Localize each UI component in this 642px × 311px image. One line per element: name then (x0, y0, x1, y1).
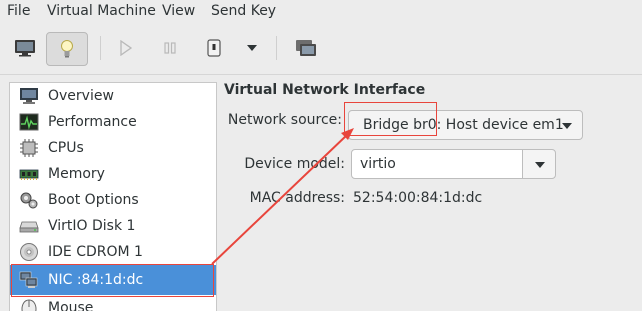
sidebar-item-memory[interactable]: Memory (10, 161, 216, 187)
dropdown-icon (247, 45, 257, 51)
lightbulb-icon (61, 40, 73, 58)
sidebar-item-boot-options[interactable]: Boot Options (10, 187, 216, 213)
mac-address-value: 52:54:00:84:1d:dc (353, 190, 483, 206)
disk-icon (18, 216, 40, 236)
monitor-icon (15, 40, 35, 57)
chevron-down-icon (535, 162, 545, 168)
sidebar-item-label: CPUs (48, 140, 84, 156)
boot-options-icon (18, 190, 40, 210)
sidebar-item-label: Mouse (48, 300, 94, 311)
run-button[interactable] (112, 32, 140, 64)
play-icon (120, 40, 133, 56)
menu-view[interactable]: View (162, 3, 195, 19)
cpu-icon (18, 138, 40, 158)
snapshots-button[interactable] (290, 32, 322, 64)
memory-icon (18, 164, 40, 184)
sidebar-item-cpus[interactable]: CPUs (10, 135, 216, 161)
hardware-list: Overview Performance CPUs Memory Boot Op… (9, 82, 217, 311)
cdrom-icon (18, 242, 40, 262)
network-source-value: Bridge br0: Host device em1 (363, 117, 564, 133)
section-title: Virtual Network Interface (224, 82, 426, 98)
sidebar-item-label: Overview (48, 88, 114, 104)
menu-virtual-machine[interactable]: Virtual Machine (47, 3, 156, 19)
sidebar-item-performance[interactable]: Performance (10, 109, 216, 135)
shutdown-button[interactable] (200, 32, 228, 64)
power-icon (207, 39, 221, 57)
device-model-input[interactable] (360, 154, 520, 174)
menu-file[interactable]: File (7, 3, 30, 19)
menu-bar: File Virtual Machine View Send Key (0, 0, 642, 24)
device-model-dropdown-button[interactable] (522, 149, 556, 179)
sidebar-item-overview[interactable]: Overview (10, 83, 216, 109)
console-button[interactable] (8, 32, 42, 64)
sidebar-item-label: Boot Options (48, 192, 139, 208)
performance-icon (18, 112, 40, 132)
toolbar-separator (276, 36, 277, 60)
network-source-label: Network source: (227, 112, 342, 128)
overview-icon (18, 86, 40, 106)
chevron-down-icon (562, 123, 572, 129)
nic-icon (18, 270, 40, 290)
sidebar-item-virtio-disk-1[interactable]: VirtIO Disk 1 (10, 213, 216, 239)
sidebar-item-label: Memory (48, 166, 105, 182)
mouse-icon (18, 298, 40, 311)
sidebar-item-ide-cdrom-1[interactable]: IDE CDROM 1 (10, 239, 216, 265)
sidebar-item-nic[interactable]: NIC :84:1d:dc (10, 265, 216, 295)
shutdown-menu-button[interactable] (238, 32, 266, 64)
toolbar (0, 24, 642, 75)
pause-icon (164, 42, 176, 54)
device-model-label: Device model: (244, 156, 345, 172)
pause-button[interactable] (156, 32, 184, 64)
sidebar-item-label: NIC :84:1d:dc (48, 272, 144, 288)
network-source-combo[interactable]: Bridge br0: Host device em1 (348, 110, 583, 140)
sidebar-item-label: VirtIO Disk 1 (48, 218, 136, 234)
sidebar-item-mouse[interactable]: Mouse (10, 295, 216, 311)
details-button[interactable] (46, 32, 88, 66)
screenshot-icon (296, 40, 316, 56)
mac-address-label: MAC address: (249, 190, 345, 206)
menu-send-key[interactable]: Send Key (211, 3, 276, 19)
sidebar-item-label: IDE CDROM 1 (48, 244, 143, 260)
sidebar-item-label: Performance (48, 114, 137, 130)
toolbar-separator (100, 36, 101, 60)
device-model-field[interactable] (351, 149, 523, 179)
